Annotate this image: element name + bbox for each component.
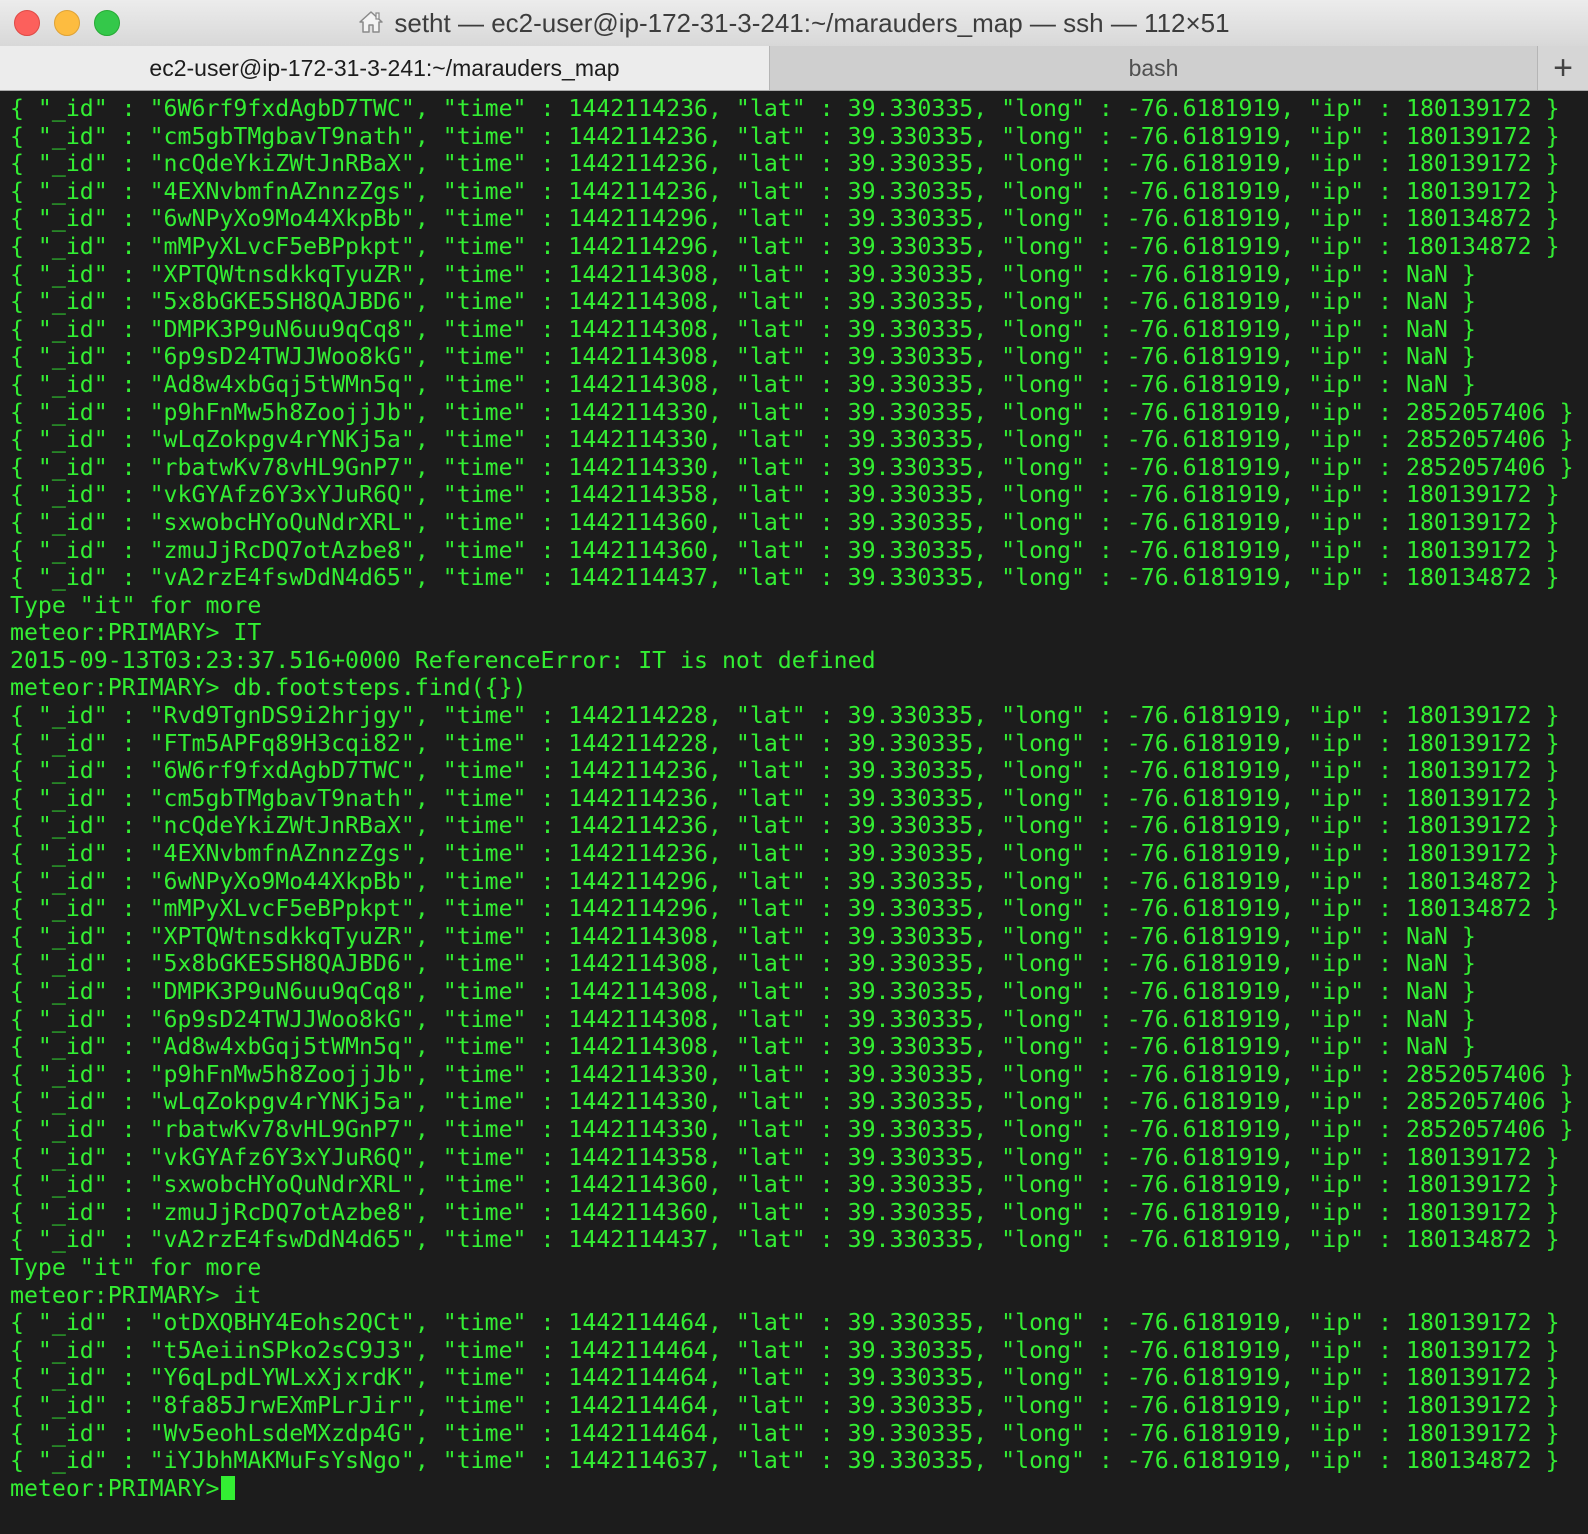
- terminal-line: { "_id" : "5x8bGKE5SH8QAJBD6", "time" : …: [10, 950, 1476, 978]
- terminal-line: { "_id" : "wLqZokpgv4rYNKj5a", "time" : …: [10, 1088, 1574, 1116]
- terminal-line: 2015-09-13T03:23:37.516+0000 ReferenceEr…: [10, 646, 876, 674]
- terminal-line: { "_id" : "XPTQWtnsdkkqTyuZR", "time" : …: [10, 260, 1476, 288]
- terminal-line: Type "it" for more: [10, 1253, 262, 1281]
- terminal-line: { "_id" : "mMPyXLvcF5eBPpkpt", "time" : …: [10, 232, 1560, 260]
- terminal-line: { "_id" : "Y6qLpdLYWLxXjxrdK", "time" : …: [10, 1364, 1560, 1392]
- terminal-line: { "_id" : "vkGYAfz6Y3xYJuR6Q", "time" : …: [10, 481, 1560, 509]
- terminal-line: { "_id" : "rbatwKv78vHL9GnP7", "time" : …: [10, 1115, 1574, 1143]
- terminal-line: { "_id" : "rbatwKv78vHL9GnP7", "time" : …: [10, 453, 1574, 481]
- title-bar[interactable]: setht — ec2-user@ip-172-31-3-241:~/marau…: [0, 0, 1588, 47]
- terminal-line: { "_id" : "6wNPyXo9Mo44XkpBb", "time" : …: [10, 205, 1560, 233]
- new-tab-button[interactable]: +: [1538, 46, 1588, 90]
- terminal-line: meteor:PRIMARY> IT: [10, 619, 262, 647]
- home-icon: [359, 11, 384, 33]
- terminal-line: { "_id" : "zmuJjRcDQ7otAzbe8", "time" : …: [10, 1198, 1560, 1226]
- prompt-line[interactable]: meteor:PRIMARY>: [10, 1475, 1588, 1503]
- window-title: setht — ec2-user@ip-172-31-3-241:~/marau…: [394, 7, 1230, 38]
- terminal-line: { "_id" : "vkGYAfz6Y3xYJuR6Q", "time" : …: [10, 1143, 1560, 1171]
- terminal-line: { "_id" : "Rvd9TgnDS9i2hrjgy", "time" : …: [10, 702, 1560, 730]
- shell-prompt: meteor:PRIMARY>: [10, 1474, 220, 1502]
- terminal-line: { "_id" : "ncQdeYkiZWtJnRBaX", "time" : …: [10, 812, 1560, 840]
- terminal-line: { "_id" : "6W6rf9fxdAgbD7TWC", "time" : …: [10, 757, 1560, 785]
- terminal-line: { "_id" : "sxwobcHYoQuNdrXRL", "time" : …: [10, 508, 1560, 536]
- terminal-line: { "_id" : "4EXNvbmfnAZnnzZgs", "time" : …: [10, 840, 1560, 868]
- terminal-line: { "_id" : "6wNPyXo9Mo44XkpBb", "time" : …: [10, 867, 1560, 895]
- terminal-line: { "_id" : "p9hFnMw5h8ZoojjJb", "time" : …: [10, 398, 1574, 426]
- terminal-output[interactable]: { "_id" : "6W6rf9fxdAgbD7TWC", "time" : …: [0, 91, 1588, 1534]
- terminal-line: { "_id" : "vA2rzE4fswDdN4d65", "time" : …: [10, 1226, 1560, 1254]
- terminal-line: { "_id" : "cm5gbTMgbavT9nath", "time" : …: [10, 784, 1560, 812]
- window-title-container: setht — ec2-user@ip-172-31-3-241:~/marau…: [0, 0, 1588, 46]
- tab-ssh-session[interactable]: ec2-user@ip-172-31-3-241:~/marauders_map: [0, 46, 770, 90]
- terminal-window: setht — ec2-user@ip-172-31-3-241:~/marau…: [0, 0, 1588, 1534]
- tab-bash[interactable]: bash: [770, 46, 1538, 90]
- terminal-line: { "_id" : "ncQdeYkiZWtJnRBaX", "time" : …: [10, 150, 1560, 178]
- terminal-line: Type "it" for more: [10, 591, 262, 619]
- tab-bar: ec2-user@ip-172-31-3-241:~/marauders_map…: [0, 46, 1588, 91]
- terminal-line: { "_id" : "DMPK3P9uN6uu9qCq8", "time" : …: [10, 978, 1476, 1005]
- text-cursor: [221, 1475, 236, 1500]
- tab-label: bash: [1128, 54, 1179, 81]
- terminal-line: { "_id" : "FTm5APFq89H3cqi82", "time" : …: [10, 729, 1560, 757]
- plus-icon: +: [1553, 48, 1573, 87]
- terminal-line: { "_id" : "XPTQWtnsdkkqTyuZR", "time" : …: [10, 922, 1476, 950]
- terminal-line: { "_id" : "cm5gbTMgbavT9nath", "time" : …: [10, 122, 1560, 150]
- terminal-line: { "_id" : "Wv5eohLsdeMXzdp4G", "time" : …: [10, 1419, 1560, 1447]
- terminal-line: { "_id" : "otDXQBHY4Eohs2QCt", "time" : …: [10, 1309, 1560, 1337]
- terminal-line: { "_id" : "wLqZokpgv4rYNKj5a", "time" : …: [10, 426, 1574, 454]
- terminal-line: { "_id" : "6p9sD24TWJJWoo8kG", "time" : …: [10, 343, 1476, 371]
- terminal-line: { "_id" : "6p9sD24TWJJWoo8kG", "time" : …: [10, 1005, 1476, 1033]
- tab-label: ec2-user@ip-172-31-3-241:~/marauders_map: [149, 54, 620, 81]
- terminal-line: { "_id" : "4EXNvbmfnAZnnzZgs", "time" : …: [10, 177, 1560, 205]
- terminal-line: { "_id" : "Ad8w4xbGqj5tWMn5q", "time" : …: [10, 1033, 1476, 1061]
- terminal-line: { "_id" : "5x8bGKE5SH8QAJBD6", "time" : …: [10, 288, 1476, 316]
- terminal-line: meteor:PRIMARY> it: [10, 1281, 262, 1309]
- terminal-line: { "_id" : "sxwobcHYoQuNdrXRL", "time" : …: [10, 1171, 1560, 1199]
- terminal-line: { "_id" : "Ad8w4xbGqj5tWMn5q", "time" : …: [10, 370, 1476, 398]
- terminal-line: { "_id" : "8fa85JrwEXmPLrJir", "time" : …: [10, 1391, 1560, 1419]
- terminal-lines: { "_id" : "6W6rf9fxdAgbD7TWC", "time" : …: [0, 91, 1588, 1502]
- terminal-line: { "_id" : "t5AeiinSPko2sC9J3", "time" : …: [10, 1336, 1560, 1364]
- terminal-line: { "_id" : "iYJbhMAKMuFsYsNgo", "time" : …: [10, 1447, 1560, 1475]
- terminal-line: { "_id" : "DMPK3P9uN6uu9qCq8", "time" : …: [10, 315, 1476, 343]
- terminal-line: { "_id" : "mMPyXLvcF5eBPpkpt", "time" : …: [10, 895, 1560, 923]
- terminal-line: { "_id" : "zmuJjRcDQ7otAzbe8", "time" : …: [10, 536, 1560, 564]
- terminal-line: { "_id" : "6W6rf9fxdAgbD7TWC", "time" : …: [10, 95, 1560, 122]
- terminal-line: meteor:PRIMARY> db.footsteps.find({}): [10, 674, 527, 702]
- terminal-line: { "_id" : "p9hFnMw5h8ZoojjJb", "time" : …: [10, 1060, 1574, 1088]
- terminal-line: { "_id" : "vA2rzE4fswDdN4d65", "time" : …: [10, 564, 1560, 592]
